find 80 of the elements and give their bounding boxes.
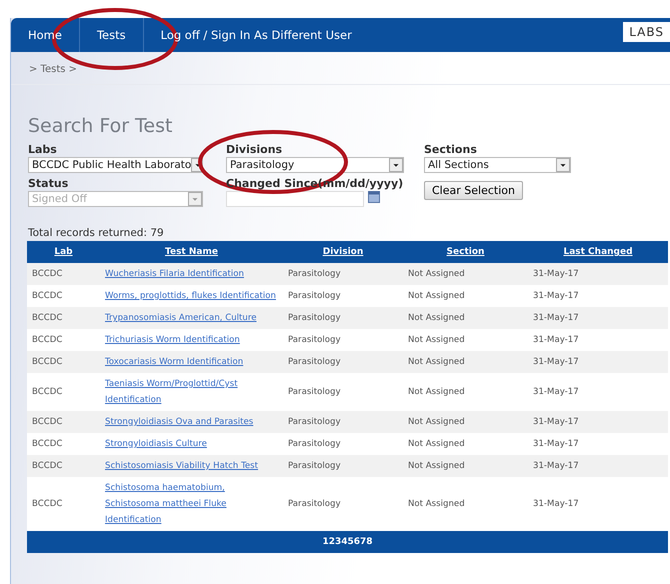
column-header[interactable]: Division [283, 241, 403, 263]
page-link[interactable]: 2 [328, 537, 335, 547]
caret-icon [389, 158, 403, 172]
column-header[interactable]: Last Changed [528, 241, 668, 263]
table-cell: BCCDC [27, 351, 100, 373]
page-link[interactable]: 5 [348, 537, 354, 547]
test-name-link[interactable]: Trichuriasis Worm Identification [105, 332, 278, 348]
table-cell: Parasitology [283, 477, 403, 531]
logo: LABS [623, 22, 670, 42]
dropdown[interactable]: Parasitology [226, 157, 404, 173]
table-cell: 31-May-17 [528, 411, 668, 433]
field-label: Divisions [226, 143, 282, 156]
table-cell: Parasitology [283, 351, 403, 373]
table-cell: Not Assigned [403, 329, 528, 351]
column-header[interactable]: Lab [27, 241, 100, 263]
table-cell: Not Assigned [403, 373, 528, 411]
field-label: Sections [424, 143, 477, 156]
dropdown[interactable]: All Sections [424, 157, 571, 173]
page-link[interactable]: 1 [322, 537, 329, 547]
test-name-link[interactable]: Toxocariasis Worm Identification [105, 354, 278, 370]
table-cell: Not Assigned [403, 411, 528, 433]
page-title: Search For Test [28, 115, 174, 137]
test-name-link[interactable]: Schistosoma haematobium, Schistosoma mattheei Fluke Identification [105, 480, 278, 528]
test-name-link[interactable]: Schistosomiasis Viability Hatch Test [105, 458, 278, 474]
test-name-link[interactable]: Wucheriasis Filaria Identification [105, 266, 278, 282]
table-cell: 31-May-17 [528, 307, 668, 329]
table-cell: Not Assigned [403, 307, 528, 329]
table-cell: Parasitology [283, 411, 403, 433]
table-cell: Parasitology [283, 433, 403, 455]
page-link[interactable]: 3 [334, 537, 342, 547]
table-cell: 31-May-17 [528, 285, 668, 307]
caret-icon [188, 192, 202, 206]
table-cell: 31-May-17 [528, 373, 668, 411]
breadcrumb[interactable]: > Tests > [29, 64, 78, 75]
column-header[interactable]: Test Name [100, 241, 283, 263]
table-cell: Not Assigned [403, 477, 528, 531]
table-cell: 31-May-17 [528, 351, 668, 373]
table-cell: Not Assigned [403, 263, 528, 285]
clear-selection-button[interactable]: Clear Selection [424, 181, 523, 200]
table-cell: Parasitology [283, 329, 403, 351]
table-cell: BCCDC [27, 329, 100, 351]
column-header[interactable]: Section [403, 241, 528, 263]
table-cell: Parasitology [283, 307, 403, 329]
table-cell: BCCDC [27, 455, 100, 477]
table-cell: 31-May-17 [528, 455, 668, 477]
test-name-link[interactable]: Trypanosomiasis American, Culture [105, 310, 278, 326]
table-cell: 31-May-17 [528, 329, 668, 351]
table-cell: Parasitology [283, 373, 403, 411]
table-cell: BCCDC [27, 285, 100, 307]
table-cell: BCCDC [27, 433, 100, 455]
field-label: Labs [28, 143, 57, 156]
table-cell: 31-May-17 [528, 477, 668, 531]
test-name-link[interactable]: Strongyloidiasis Culture [105, 436, 278, 452]
table-cell: Not Assigned [403, 433, 528, 455]
page-link[interactable]: 4 [341, 537, 348, 547]
table-cell: Parasitology [283, 285, 403, 307]
calendar-icon[interactable] [368, 191, 380, 203]
page-link[interactable]: 7 [360, 537, 366, 547]
table-cell: 31-May-17 [528, 433, 668, 455]
table-cell: BCCDC [27, 477, 100, 531]
caret-icon [556, 158, 570, 172]
test-name-link[interactable]: Worms, proglottids, flukes Identification [105, 288, 278, 304]
table-cell: Parasitology [283, 455, 403, 477]
table-cell: Parasitology [283, 263, 403, 285]
table-cell: Not Assigned [403, 351, 528, 373]
date-field[interactable] [226, 191, 364, 207]
page-link[interactable]: 8 [366, 537, 373, 547]
table-cell: Not Assigned [403, 285, 528, 307]
test-name-link[interactable]: Taeniasis Worm/Proglottid/Cyst Identification [105, 376, 278, 408]
table-cell: 31-May-17 [528, 263, 668, 285]
table-cell: BCCDC [27, 263, 100, 285]
table-cell: BCCDC [27, 307, 100, 329]
page-link[interactable]: 6 [354, 537, 360, 547]
table-cell: BCCDC [27, 411, 100, 433]
dropdown[interactable]: BCCDC Public Health Laborato [28, 157, 203, 173]
records-count: Total records returned: 79 [28, 227, 165, 239]
field-label: Status [28, 177, 68, 190]
table-cell: Not Assigned [403, 455, 528, 477]
table-cell: BCCDC [27, 373, 100, 411]
test-name-link[interactable]: Strongyloidiasis Ova and Parasites [105, 414, 278, 430]
